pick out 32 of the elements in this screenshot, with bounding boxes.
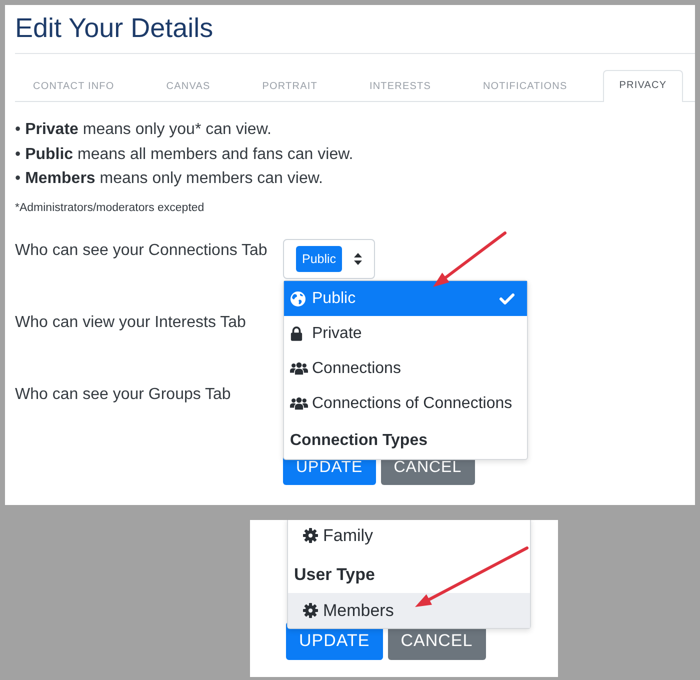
privacy-select[interactable]: Public [283, 238, 376, 278]
setting-label: Who can see your Groups Tab [15, 384, 232, 404]
menu-group-header: Connection Types [290, 431, 428, 451]
dropdown-option[interactable]: Connections [284, 351, 527, 386]
selected-value: Public [296, 246, 342, 272]
dropdown-option[interactable]: Connections of Connections [284, 386, 527, 421]
people-icon [290, 362, 308, 375]
gear-icon [303, 603, 318, 618]
menu-group-header: User Type [294, 564, 375, 586]
gear-icon [303, 528, 318, 543]
tab[interactable]: NOTIFICATIONS [466, 70, 584, 101]
people-icon [290, 397, 308, 410]
legend-line: • Members means only members can view. [15, 169, 323, 189]
dropdown-option[interactable]: Family [288, 520, 530, 553]
tab[interactable]: PORTRAIT [246, 70, 334, 101]
footnote: *Administrators/moderators excepted [15, 200, 204, 216]
dropdown-option[interactable]: Private [284, 316, 527, 351]
tab[interactable]: PRIVACY [603, 70, 683, 102]
setting-label: Who can see your Connections Tab [15, 240, 268, 260]
tab[interactable]: CONTACT INFO [17, 70, 130, 101]
lock-icon [290, 326, 303, 341]
tab[interactable]: CANVAS [150, 70, 226, 101]
check-icon [499, 292, 515, 304]
updown-caret-icon [354, 252, 362, 264]
legend-line: • Public means all members and fans can view. [15, 144, 354, 164]
tab[interactable]: INTERESTS [353, 70, 447, 101]
globe-icon [290, 290, 306, 306]
dropdown-option[interactable]: Members [288, 593, 530, 628]
legend-line: • Private means only you* can view. [15, 120, 272, 140]
page-title: Edit Your Details [15, 12, 214, 44]
setting-label: Who can view your Interests Tab [15, 312, 247, 332]
dropdown-option[interactable]: Public [284, 281, 527, 316]
